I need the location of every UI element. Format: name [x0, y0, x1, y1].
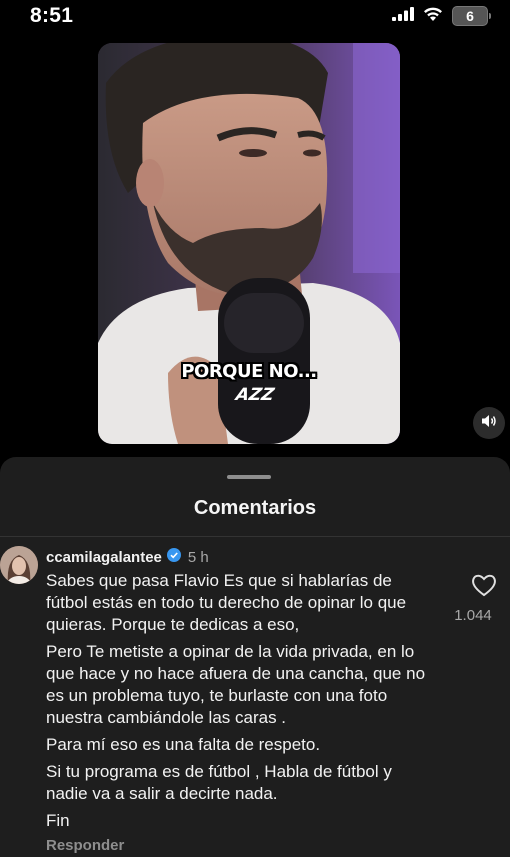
- like-count: 1.044: [454, 607, 492, 624]
- video-frame: [98, 43, 400, 444]
- mic-logo: AZZ: [234, 385, 276, 405]
- heart-icon: [471, 574, 497, 601]
- sheet-drag-handle[interactable]: [227, 475, 271, 479]
- comment-time: 5 h: [187, 548, 209, 566]
- battery-icon: 6: [452, 6, 491, 26]
- reply-button[interactable]: Responder: [46, 837, 124, 854]
- comment-body: Sabes que pasa Flavio Es que si hablaría…: [46, 570, 428, 837]
- comments-sheet: Comentarios ccamilagalantee 5 h Sabes qu…: [0, 457, 510, 857]
- comment-paragraph: Sabes que pasa Flavio Es que si hablaría…: [46, 571, 407, 634]
- battery-level: 6: [466, 8, 474, 24]
- comment-paragraph: Si tu programa es de fútbol , Habla de f…: [46, 762, 392, 803]
- comment-paragraph: Para mí eso es una falta de respeto.: [46, 735, 321, 754]
- wifi-icon: [422, 6, 444, 27]
- volume-icon: [481, 414, 497, 433]
- comment-username[interactable]: ccamilagalantee: [46, 549, 162, 566]
- verified-badge-icon: [166, 548, 181, 566]
- comment-paragraph: Pero Te metiste a opinar de la vida priv…: [46, 642, 426, 727]
- comment-paragraph: Fin: [46, 811, 70, 830]
- signal-icon: [392, 6, 414, 26]
- video-caption: PORQUE NO...: [181, 361, 317, 382]
- like-button[interactable]: [471, 573, 497, 597]
- status-icons: 6: [392, 6, 491, 27]
- sheet-title: Comentarios: [193, 497, 317, 519]
- volume-button[interactable]: [473, 407, 505, 439]
- comment-header: ccamilagalantee 5 h: [46, 548, 209, 566]
- divider: [0, 536, 510, 537]
- video-player[interactable]: PORQUE NO... AZZ: [98, 43, 400, 444]
- avatar[interactable]: [0, 546, 38, 584]
- status-time: 8:51: [30, 4, 74, 27]
